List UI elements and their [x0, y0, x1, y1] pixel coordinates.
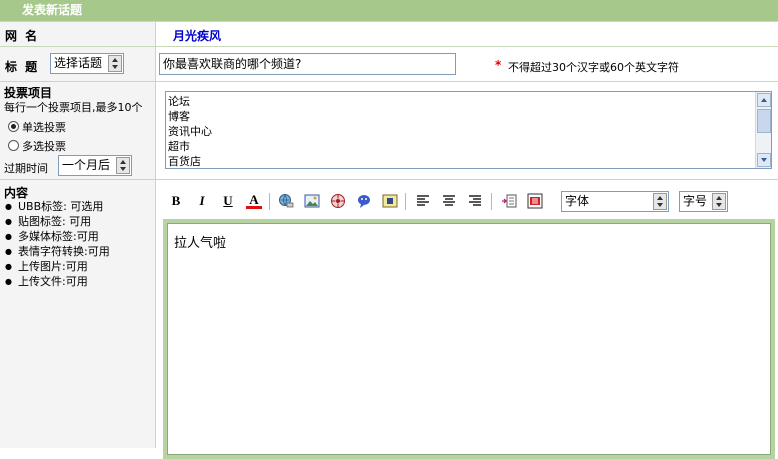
form-title: 发表新话题 — [0, 0, 778, 21]
chevron-updown-icon — [712, 193, 726, 210]
align-center-icon[interactable] — [439, 191, 459, 211]
vertical-scrollbar[interactable] — [755, 92, 771, 168]
rule-item: ● 上传图片:可用 — [5, 259, 110, 274]
bullet-icon: ● — [5, 247, 12, 256]
username-label: 网 名 — [5, 29, 40, 43]
indent-icon[interactable] — [499, 191, 519, 211]
multi-vote-radio[interactable]: 多选投票 — [8, 138, 66, 154]
rule-item: ● 多媒体标签:可用 — [5, 229, 110, 244]
poll-options-textarea[interactable]: 论坛博客资讯中心超市百货店 — [165, 91, 772, 169]
font-color-button[interactable]: A — [244, 191, 264, 211]
media-icon[interactable] — [328, 191, 348, 211]
poll-option-line: 超市 — [168, 140, 190, 153]
color-bar-icon — [246, 206, 262, 209]
poll-option-line: 论坛 — [168, 95, 190, 108]
chevron-updown-icon — [116, 157, 130, 174]
single-vote-radio[interactable]: 单选投票 — [8, 119, 66, 135]
title-label: 标 题 — [5, 60, 40, 74]
radio-unchecked-icon — [8, 140, 19, 151]
chevron-updown-icon — [108, 55, 122, 72]
chevron-updown-icon — [653, 193, 667, 210]
poll-desc: 每行一个投票项目,最多10个 — [4, 101, 143, 114]
upload-file-icon[interactable] — [525, 191, 545, 211]
emoticon-icon[interactable] — [354, 191, 374, 211]
topic-select[interactable]: 选择话题 — [50, 53, 124, 74]
bullet-icon: ● — [5, 262, 12, 271]
username-value: 月光疾风 — [173, 29, 222, 43]
rule-text: 贴图标签: 可用 — [17, 215, 92, 228]
bullet-icon: ● — [5, 202, 12, 211]
subject-input[interactable]: 你最喜欢联商的哪个频道? — [159, 53, 456, 75]
scroll-thumb[interactable] — [757, 109, 771, 133]
bold-button[interactable]: B — [166, 191, 186, 211]
expire-label: 过期时间 — [4, 162, 48, 175]
expire-select[interactable]: 一个月后 — [58, 155, 132, 176]
underline-button[interactable]: U — [218, 191, 238, 211]
rule-text: UBB标签: 可选用 — [17, 200, 104, 213]
poll-option-line: 百货店 — [168, 155, 201, 168]
rule-text: 上传文件:可用 — [17, 275, 88, 288]
font-family-select[interactable]: 字体 — [561, 191, 669, 212]
editor-toolbar: B I U A 字体 字号 — [163, 191, 773, 212]
rule-item: ● UBB标签: 可选用 — [5, 199, 110, 214]
poll-option-line: 资讯中心 — [168, 125, 212, 138]
required-mark: * — [495, 58, 502, 72]
italic-button[interactable]: I — [192, 191, 212, 211]
hyperlink-icon[interactable] — [276, 191, 296, 211]
poll-row: 投票项目 每行一个投票项目,最多10个 单选投票 多选投票 过期时间 一个月后 … — [0, 81, 778, 179]
rule-text: 上传图片:可用 — [17, 260, 88, 273]
editor-body[interactable]: 拉人气啦 — [167, 223, 771, 455]
rule-item: ● 表情字符转换:可用 — [5, 244, 110, 259]
align-left-icon[interactable] — [413, 191, 433, 211]
bullet-icon: ● — [5, 217, 12, 226]
content-rules: ● UBB标签: 可选用 ● 贴图标签: 可用 ● 多媒体标签:可用 ● 表情字符转换:可用 ●… — [5, 199, 110, 289]
insert-image-icon[interactable] — [302, 191, 322, 211]
font-size-select[interactable]: 字号 — [679, 191, 728, 212]
radio-checked-icon — [8, 121, 19, 132]
subject-hint: 不得超过30个汉字或60个英文字符 — [508, 61, 679, 74]
bullet-icon: ● — [5, 232, 12, 241]
rule-item: ● 上传文件:可用 — [5, 274, 110, 289]
bullet-icon: ● — [5, 277, 12, 286]
username-row: 网 名 月光疾风 — [0, 21, 778, 46]
title-row: 标 题 选择话题 你最喜欢联商的哪个频道? * 不得超过30个汉字或60个英文字… — [0, 46, 778, 81]
align-right-icon[interactable] — [465, 191, 485, 211]
poll-option-line: 博客 — [168, 110, 190, 123]
content-row: 内容 ● UBB标签: 可选用 ● 贴图标签: 可用 ● 多媒体标签:可用 ● 表情字符转换:… — [0, 179, 778, 459]
rule-item: ● 贴图标签: 可用 — [5, 214, 110, 229]
scroll-up-icon[interactable] — [757, 93, 771, 107]
code-block-icon[interactable] — [380, 191, 400, 211]
rule-text: 表情字符转换:可用 — [17, 245, 110, 258]
rule-text: 多媒体标签:可用 — [17, 230, 99, 243]
scroll-down-icon[interactable] — [757, 153, 771, 167]
editor-frame: 拉人气啦 — [163, 219, 775, 459]
post-form: 发表新话题 网 名 月光疾风 标 题 选择话题 你最喜欢联商的哪个频道? * 不… — [0, 0, 778, 459]
